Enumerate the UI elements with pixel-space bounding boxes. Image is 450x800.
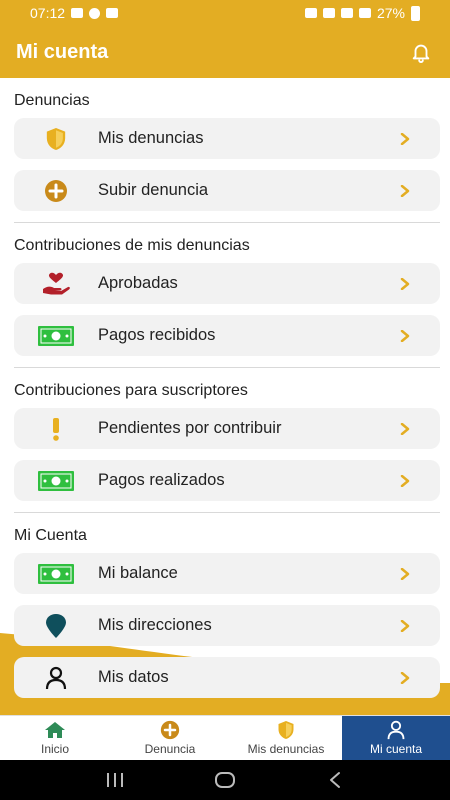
chevron-right-icon	[398, 184, 412, 198]
section-contribuciones-mis-denuncias: Contribuciones de mis denuncias Aprobada…	[0, 223, 450, 368]
menu-item-aprobadas[interactable]: Aprobadas	[14, 263, 440, 304]
section-title: Contribuciones para suscriptores	[14, 382, 248, 399]
cash-icon	[36, 324, 76, 348]
menu-item-mis-direcciones[interactable]: Mis direcciones	[14, 605, 440, 646]
menu-item-pendientes-por-contribuir[interactable]: Pendientes por contribuir	[14, 408, 440, 449]
menu-item-mis-datos[interactable]: Mis datos	[14, 657, 440, 698]
menu-item-label: Mi balance	[98, 564, 178, 582]
hand-heart-icon	[36, 272, 76, 296]
cash-icon	[36, 469, 76, 493]
back-icon[interactable]	[320, 768, 350, 792]
plus-circle-icon	[159, 720, 181, 740]
nav-label: Inicio	[40, 742, 69, 756]
chevron-right-icon	[398, 474, 412, 488]
nav-mi-cuenta[interactable]: Mi cuenta	[342, 716, 450, 760]
system-navigation-bar	[0, 760, 450, 800]
nav-label: Mis denuncias	[247, 742, 325, 756]
menu-item-label: Subir denuncia	[98, 181, 209, 199]
cash-icon	[36, 562, 76, 586]
signal-icon	[340, 8, 353, 18]
menu-item-label: Pagos recibidos	[98, 326, 216, 344]
home-button-icon[interactable]	[210, 768, 240, 792]
menu-item-label: Pagos realizados	[98, 471, 225, 489]
chevron-right-icon	[398, 132, 412, 146]
bell-icon[interactable]	[408, 39, 434, 65]
chevron-right-icon	[398, 277, 412, 291]
menu-item-subir-denuncia[interactable]: Subir denuncia	[14, 170, 440, 211]
chevron-right-icon	[398, 619, 412, 633]
exclamation-icon	[36, 417, 76, 441]
menu-item-label: Mis datos	[98, 668, 169, 686]
mute-icon	[304, 8, 317, 18]
chevron-right-icon	[398, 567, 412, 581]
map-pin-icon	[36, 613, 76, 638]
shield-icon	[36, 127, 76, 151]
menu-item-label: Aprobadas	[98, 274, 178, 292]
user-icon	[36, 666, 76, 690]
menu-item-label: Mis direcciones	[98, 616, 212, 634]
menu-item-pagos-recibidos[interactable]: Pagos recibidos	[14, 315, 440, 356]
menu-item-label: Mis denuncias	[98, 129, 204, 147]
section-contribuciones-suscriptores: Contribuciones para suscriptores Pendien…	[0, 368, 450, 513]
shield-icon	[275, 720, 297, 740]
status-time: 07:12	[30, 5, 66, 21]
home-icon	[44, 720, 66, 740]
page-title: Mi cuenta	[16, 40, 109, 63]
user-icon	[385, 720, 407, 740]
chevron-right-icon	[398, 422, 412, 436]
nav-label: Mi cuenta	[369, 742, 423, 756]
recent-apps-icon[interactable]	[100, 768, 130, 792]
menu-item-mi-balance[interactable]: Mi balance	[14, 553, 440, 594]
plus-circle-icon	[36, 179, 76, 203]
menu-item-pagos-realizados[interactable]: Pagos realizados	[14, 460, 440, 501]
bottom-navigation: Inicio Denuncia Mis denuncias Mi cuenta	[0, 715, 450, 760]
battery-icon	[411, 5, 420, 21]
signal-icon	[358, 8, 371, 18]
section-title: Contribuciones de mis denuncias	[14, 237, 250, 254]
account-menu[interactable]: Denuncias Mis denuncias Subir denuncia C…	[0, 78, 450, 715]
youtube-icon	[71, 8, 84, 18]
chevron-right-icon	[398, 671, 412, 685]
section-title: Denuncias	[14, 92, 90, 109]
section-denuncias: Denuncias Mis denuncias Subir denuncia	[0, 78, 450, 223]
section-mi-cuenta: Mi Cuenta Mi balance Mis direcciones Mis…	[0, 513, 450, 698]
battery-percent: 27%	[376, 5, 405, 21]
section-title: Mi Cuenta	[14, 527, 87, 544]
nav-denuncia[interactable]: Denuncia	[110, 716, 230, 760]
status-bar: 07:12 27%	[0, 0, 450, 26]
menu-item-label: Pendientes por contribuir	[98, 419, 282, 437]
app-notification-icon	[89, 7, 101, 19]
chevron-right-icon	[398, 329, 412, 343]
nav-label: Denuncia	[144, 742, 196, 756]
nav-mis-denuncias[interactable]: Mis denuncias	[230, 716, 342, 760]
app-badge-icon	[106, 8, 119, 18]
wifi-icon	[322, 8, 335, 18]
menu-item-mis-denuncias[interactable]: Mis denuncias	[14, 118, 440, 159]
app-header: Mi cuenta	[0, 26, 450, 78]
nav-inicio[interactable]: Inicio	[0, 716, 110, 760]
